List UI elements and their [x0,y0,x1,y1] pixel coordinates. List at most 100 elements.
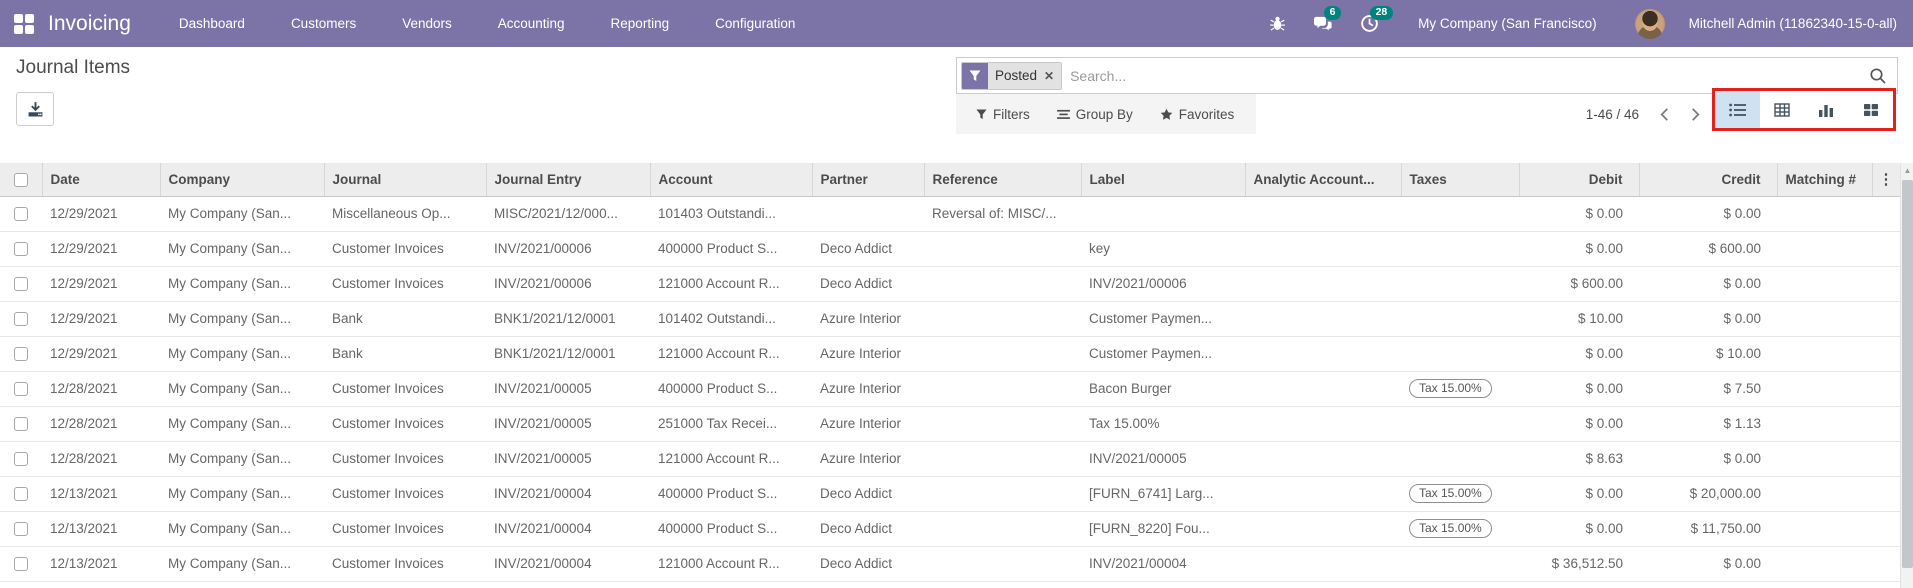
cell-matching[interactable] [1777,336,1872,372]
cell-account[interactable]: 101403 Outstandi... [650,196,812,232]
cell-journal[interactable]: Customer Invoices [324,476,486,512]
cell-journal[interactable]: Bank [324,301,486,337]
table-row[interactable]: 12/13/2021 My Company (San... Customer Inv… [0,511,1900,547]
cell-debit[interactable]: $ 0.00 [1519,231,1639,267]
cell-partner[interactable]: Azure Interior [812,406,924,442]
cell-company[interactable]: My Company (San... [160,511,324,547]
cell-partner[interactable]: Deco Addict [812,231,924,267]
cell-label[interactable]: Tax 15.00% [1081,406,1245,442]
cell-account[interactable]: 121000 Account R... [650,336,812,372]
cell-debit[interactable]: $ 0.00 [1519,196,1639,232]
cell-date[interactable]: 12/13/2021 [42,546,160,582]
search-input[interactable] [1070,67,1869,84]
row-select-cell[interactable] [0,406,42,442]
cell-company[interactable]: My Company (San... [160,336,324,372]
row-checkbox[interactable] [14,242,28,257]
row-checkbox[interactable] [14,452,28,467]
cell-matching[interactable] [1777,231,1872,267]
cell-credit[interactable]: $ 7.50 [1639,371,1777,407]
app-brand[interactable]: Invoicing [48,12,131,36]
cell-reference[interactable] [924,336,1081,372]
cell-reference[interactable] [924,371,1081,407]
debug-bug-icon[interactable] [1266,13,1288,35]
cell-analytic[interactable] [1245,266,1401,302]
cell-label[interactable]: Customer Paymen... [1081,336,1245,372]
cell-company[interactable]: My Company (San... [160,301,324,337]
cell-date[interactable]: 12/28/2021 [42,441,160,477]
cell-account[interactable]: 121000 Account R... [650,266,812,302]
facet-remove-icon[interactable]: ✕ [1044,69,1054,83]
table-row[interactable]: 12/13/2021 My Company (San... Customer Inv… [0,546,1900,582]
cell-journal[interactable]: Customer Invoices [324,406,486,442]
column-header-company[interactable]: Company [160,163,325,197]
cell-label[interactable]: Customer Paymen... [1081,301,1245,337]
cell-credit[interactable]: $ 0.00 [1639,441,1777,477]
cell-credit[interactable]: $ 11,750.00 [1639,511,1777,547]
table-row[interactable]: 12/29/2021 My Company (San... Bank BNK1/202… [0,336,1900,372]
nav-item-dashboard[interactable]: Dashboard [179,16,245,31]
cell-credit[interactable]: $ 0.00 [1639,546,1777,582]
cell-date[interactable]: 12/29/2021 [42,301,160,337]
cell-taxes[interactable] [1401,441,1519,477]
cell-company[interactable]: My Company (San... [160,441,324,477]
cell-reference[interactable] [924,476,1081,512]
table-row[interactable]: 12/28/2021 My Company (San... Customer Inv… [0,406,1900,442]
cell-credit[interactable]: $ 600.00 [1639,231,1777,267]
cell-account[interactable]: 400000 Product S... [650,476,812,512]
search-facet-posted[interactable]: Posted ✕ [961,61,1063,90]
cell-credit[interactable]: $ 1.13 [1639,406,1777,442]
cell-account[interactable]: 400000 Product S... [650,371,812,407]
cell-matching[interactable] [1777,266,1872,302]
user-avatar[interactable] [1634,8,1665,39]
apps-menu-icon[interactable] [14,13,34,34]
cell-analytic[interactable] [1245,441,1401,477]
pager-next-icon[interactable] [1690,107,1701,122]
cell-entry[interactable]: INV/2021/00005 [486,406,650,442]
cell-journal[interactable]: Customer Invoices [324,371,486,407]
cell-journal[interactable]: Customer Invoices [324,511,486,547]
search-icon[interactable] [1869,67,1887,85]
row-select-cell[interactable] [0,196,42,232]
row-select-cell[interactable] [0,476,42,512]
cell-account[interactable]: 400000 Product S... [650,231,812,267]
cell-date[interactable]: 12/28/2021 [42,371,160,407]
cell-debit[interactable]: $ 0.00 [1519,406,1639,442]
cell-analytic[interactable] [1245,546,1401,582]
cell-label[interactable] [1081,196,1245,232]
filters-button[interactable]: Filters [976,107,1030,122]
cell-date[interactable]: 12/29/2021 [42,336,160,372]
cell-journal[interactable]: Customer Invoices [324,231,486,267]
export-button[interactable] [16,92,54,126]
column-header-analytic[interactable]: Analytic Account... [1245,163,1402,197]
cell-taxes[interactable]: Tax 15.00% [1401,511,1519,547]
cell-analytic[interactable] [1245,406,1401,442]
group-by-button[interactable]: Group By [1056,107,1133,122]
cell-entry[interactable]: INV/2021/00004 [486,546,650,582]
cell-debit[interactable]: $ 36,512.50 [1519,546,1639,582]
cell-debit[interactable]: $ 10.00 [1519,301,1639,337]
cell-matching[interactable] [1777,476,1872,512]
cell-matching[interactable] [1777,371,1872,407]
kanban-view-button[interactable] [1849,91,1894,128]
table-row[interactable]: 12/29/2021 My Company (San... Miscellaneou… [0,196,1900,232]
cell-reference[interactable] [924,511,1081,547]
cell-entry[interactable]: INV/2021/00004 [486,476,650,512]
cell-credit[interactable]: $ 20,000.00 [1639,476,1777,512]
select-all-cell[interactable] [0,163,43,197]
cell-label[interactable]: key [1081,231,1245,267]
table-row[interactable]: 12/29/2021 My Company (San... Bank BNK1/202… [0,301,1900,337]
cell-reference[interactable] [924,301,1081,337]
cell-reference[interactable] [924,406,1081,442]
cell-date[interactable]: 12/28/2021 [42,406,160,442]
cell-entry[interactable]: INV/2021/00005 [486,371,650,407]
row-select-cell[interactable] [0,231,42,267]
cell-partner[interactable]: Azure Interior [812,371,924,407]
cell-analytic[interactable] [1245,231,1401,267]
nav-item-configuration[interactable]: Configuration [715,16,795,31]
scrollbar-thumb[interactable] [1902,180,1913,568]
column-header-credit[interactable]: Credit [1639,163,1778,197]
row-select-cell[interactable] [0,511,42,547]
cell-debit[interactable]: $ 0.00 [1519,371,1639,407]
cell-label[interactable]: INV/2021/00006 [1081,266,1245,302]
cell-taxes[interactable]: Tax 15.00% [1401,476,1519,512]
